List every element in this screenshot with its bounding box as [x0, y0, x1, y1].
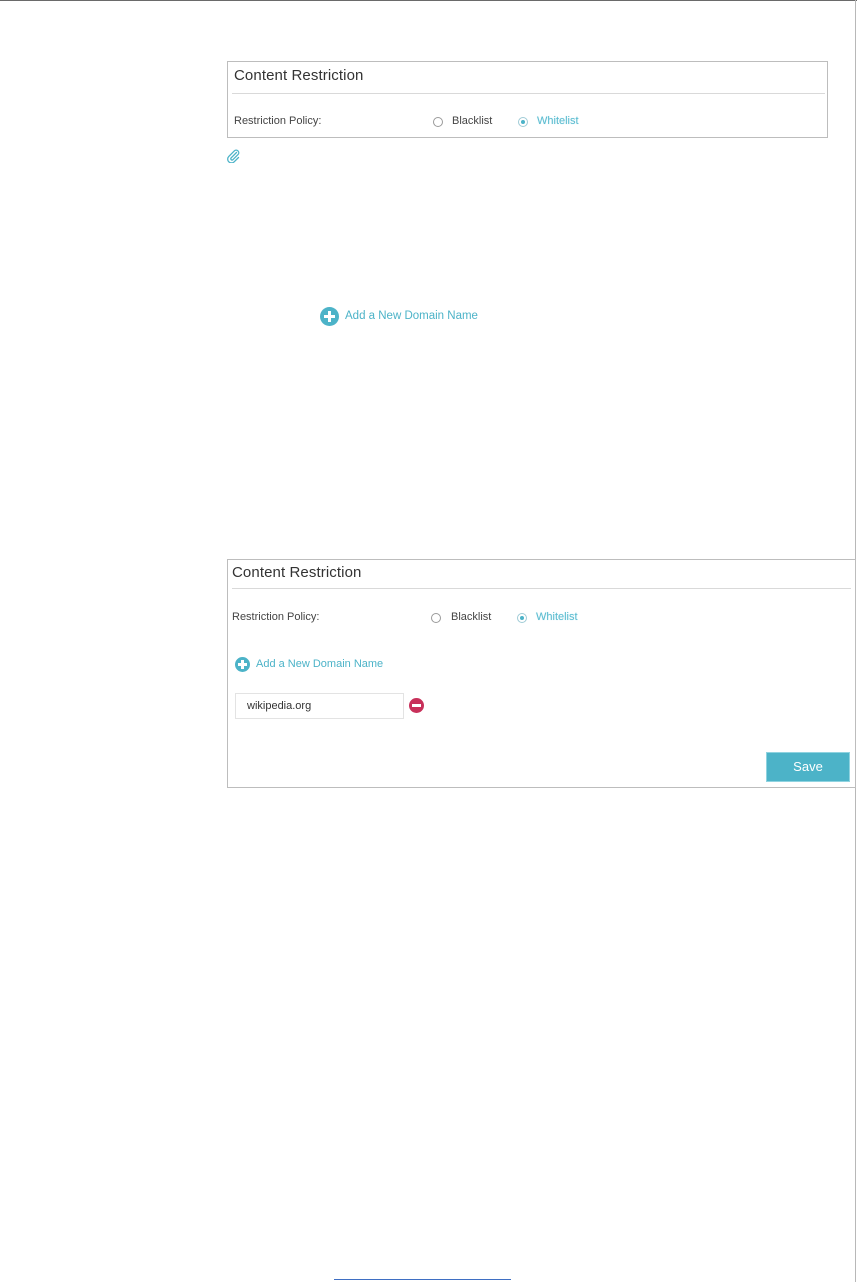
plus-circle-icon[interactable] [320, 307, 339, 326]
top-rule [0, 0, 857, 1]
plus-circle-icon[interactable] [235, 657, 250, 672]
blacklist-radio[interactable] [431, 613, 441, 623]
restriction-policy-label: Restriction Policy: [234, 115, 322, 127]
save-button[interactable]: Save [766, 752, 850, 782]
content-restriction-panel-bottom: Content Restriction Restriction Policy: … [227, 559, 856, 788]
footer-link-underline [334, 1279, 511, 1280]
whitelist-radio[interactable] [518, 117, 528, 127]
paperclip-icon [227, 149, 240, 163]
panel-title: Content Restriction [234, 67, 364, 84]
whitelist-label[interactable]: Whitelist [536, 611, 578, 623]
domain-name-input[interactable] [235, 693, 404, 719]
minus-circle-icon[interactable] [409, 698, 424, 713]
content-restriction-panel-top: Content Restriction Restriction Policy: … [227, 61, 828, 138]
panel-divider [232, 588, 851, 589]
panel-divider [232, 93, 825, 94]
panel-title: Content Restriction [232, 564, 362, 581]
whitelist-radio[interactable] [517, 613, 527, 623]
blacklist-radio[interactable] [433, 117, 443, 127]
restriction-policy-label: Restriction Policy: [232, 611, 320, 623]
whitelist-label[interactable]: Whitelist [537, 115, 579, 127]
add-new-domain-link[interactable]: Add a New Domain Name [256, 658, 383, 670]
blacklist-label[interactable]: Blacklist [451, 611, 491, 623]
add-new-domain-link[interactable]: Add a New Domain Name [345, 310, 478, 322]
blacklist-label[interactable]: Blacklist [452, 115, 492, 127]
